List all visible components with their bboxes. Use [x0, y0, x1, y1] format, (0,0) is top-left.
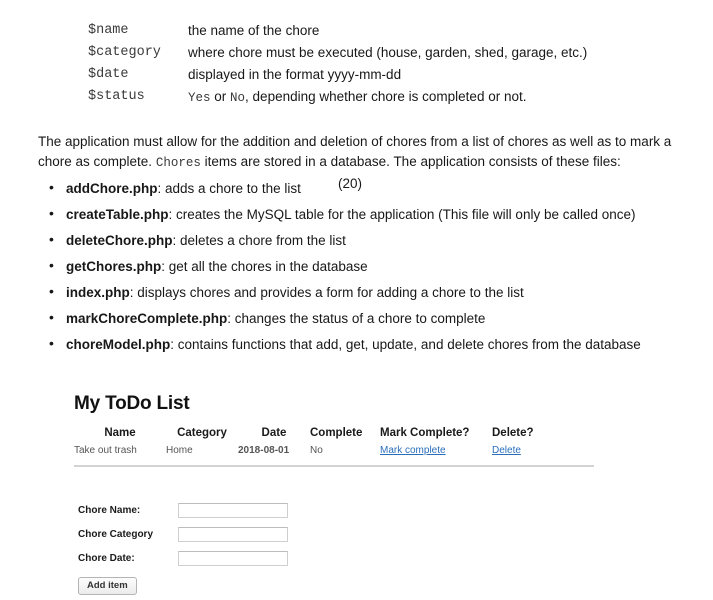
- column-header-category: Category: [177, 427, 227, 439]
- list-item: markChoreComplete.php: changes the statu…: [38, 309, 708, 327]
- file-name: index.php: [66, 285, 130, 300]
- column-header-name: Name: [104, 427, 136, 439]
- file-description: : displays chores and provides a form fo…: [129, 285, 524, 300]
- variable-description: the name of the chore: [188, 23, 320, 38]
- delete-link[interactable]: Delete: [492, 445, 521, 456]
- add-item-button[interactable]: Add item: [78, 577, 137, 595]
- variable-row: $status Yes or No, depending whether cho…: [88, 88, 648, 111]
- column-header-complete: Complete: [310, 427, 363, 439]
- cell-mark-complete: Mark complete: [380, 443, 492, 461]
- chore-category-input[interactable]: [178, 527, 288, 542]
- list-item: choreModel.php: contains functions that …: [38, 335, 708, 353]
- cell-delete: Delete: [492, 443, 552, 461]
- list-item: deleteChore.php: deletes a chore from th…: [38, 231, 708, 249]
- document-page: $name the name of the chore $category wh…: [0, 0, 713, 600]
- add-chore-form: Chore Name: Chore Category Chore Date: A…: [78, 503, 288, 595]
- list-item: createTable.php: creates the MySQL table…: [38, 205, 708, 223]
- variable-name: $category: [88, 45, 161, 60]
- app-screenshot: My ToDo List Name Category Date Complete…: [74, 393, 604, 467]
- variable-name: $status: [88, 89, 145, 104]
- table-row: Take out trash Home 2018-08-01 No Mark c…: [74, 443, 552, 461]
- status-value-yes: Yes: [188, 91, 211, 105]
- list-item: addChore.php: adds a chore to the list: [38, 179, 708, 197]
- file-description: : get all the chores in the database: [161, 259, 368, 274]
- chore-date-input[interactable]: [178, 551, 288, 566]
- column-header-delete: Delete?: [492, 427, 534, 439]
- table-header-row: Name Category Date Complete Mark Complet…: [74, 427, 552, 443]
- page-title: My ToDo List: [74, 393, 190, 414]
- file-name: markChoreComplete.php: [66, 311, 228, 326]
- variable-description: where chore must be executed (house, gar…: [188, 45, 588, 60]
- variable-description: displayed in the format yyyy-mm-dd: [188, 67, 402, 82]
- status-trailing-text: , depending whether chore is completed o…: [245, 89, 527, 104]
- chores-table: Name Category Date Complete Mark Complet…: [74, 427, 552, 461]
- variable-row: $category where chore must be executed (…: [88, 44, 648, 66]
- file-name: choreModel.php: [66, 337, 171, 352]
- file-description: : changes the status of a chore to compl…: [227, 311, 486, 326]
- mark-complete-link[interactable]: Mark complete: [380, 445, 446, 456]
- form-row-chore-date: Chore Date:: [78, 551, 288, 566]
- cell-chore-date: 2018-08-01: [238, 445, 290, 456]
- status-conjunction: or: [210, 89, 231, 104]
- label-chore-category: Chore Category: [78, 529, 154, 540]
- chores-code-term: Chores: [155, 156, 201, 170]
- file-description: : creates the MySQL table for the applic…: [168, 207, 636, 222]
- column-header-mark-complete: Mark Complete?: [380, 427, 470, 439]
- list-item: index.php: displays chores and provides …: [38, 283, 708, 301]
- variable-name: $date: [88, 67, 129, 82]
- variable-row: $date displayed in the format yyyy-mm-dd: [88, 66, 648, 88]
- chore-name-input[interactable]: [178, 503, 288, 518]
- form-row-chore-name: Chore Name:: [78, 503, 288, 518]
- table-divider: [74, 465, 594, 467]
- variable-definition-table: $name the name of the chore $category wh…: [88, 22, 648, 111]
- label-chore-name: Chore Name:: [78, 505, 141, 516]
- file-list: addChore.php: adds a chore to the list c…: [38, 179, 708, 362]
- label-chore-date: Chore Date:: [78, 553, 135, 564]
- file-name: addChore.php: [66, 181, 158, 196]
- cell-chore-category: Home: [166, 445, 193, 456]
- cell-chore-complete: No: [310, 445, 323, 456]
- column-header-date: Date: [261, 427, 287, 439]
- file-description: : contains functions that add, get, upda…: [170, 337, 641, 352]
- form-row-chore-category: Chore Category: [78, 527, 288, 542]
- file-name: createTable.php: [66, 207, 169, 222]
- file-description: : adds a chore to the list: [157, 181, 301, 196]
- file-description: : deletes a chore from the list: [172, 233, 346, 248]
- file-name: deleteChore.php: [66, 233, 173, 248]
- file-name: getChores.php: [66, 259, 162, 274]
- intro-text-part2: items are stored in a database. The appl…: [200, 154, 621, 169]
- variable-row: $name the name of the chore: [88, 22, 648, 44]
- variable-description: Yes or No, depending whether chore is co…: [188, 88, 648, 111]
- cell-chore-name: Take out trash: [74, 445, 137, 456]
- status-value-no: No: [230, 91, 246, 105]
- variable-name: $name: [88, 23, 129, 38]
- list-item: getChores.php: get all the chores in the…: [38, 257, 708, 275]
